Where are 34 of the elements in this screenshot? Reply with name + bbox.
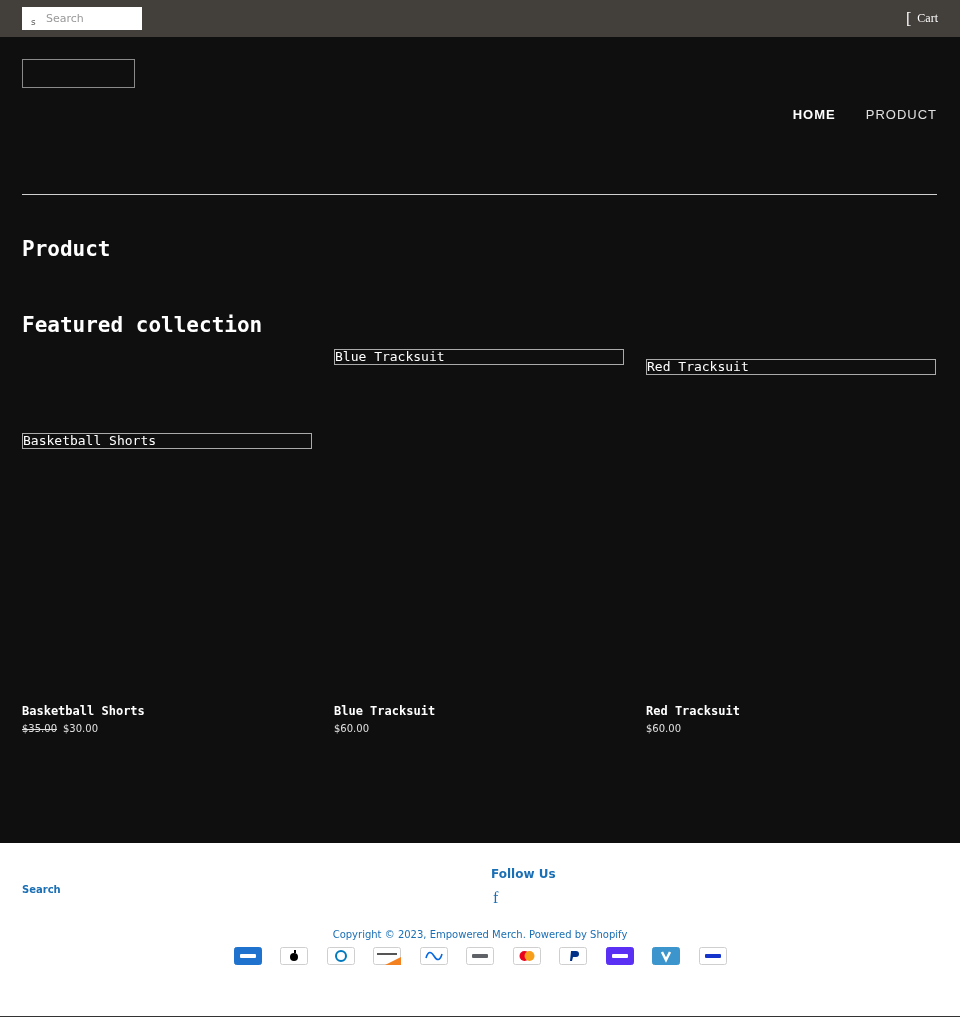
payment-icon	[233, 947, 262, 965]
payment-icon	[605, 947, 634, 965]
section-title: Featured collection	[22, 313, 264, 337]
price: $60.00	[646, 723, 681, 734]
price: $30.00	[63, 723, 98, 734]
original-price: $35.00	[22, 723, 57, 734]
payment-icon	[698, 947, 727, 965]
logo-placeholder[interactable]	[22, 59, 135, 88]
follow-title: Follow Us	[491, 867, 556, 881]
search-icon: s	[31, 17, 36, 27]
product-name[interactable]: Blue Tracksuit	[334, 704, 624, 718]
product-name[interactable]: Red Tracksuit	[646, 704, 936, 718]
payment-icon	[419, 947, 448, 965]
price: $60.00	[334, 723, 369, 734]
page-title: Product	[22, 237, 112, 261]
broken-image[interactable]: Blue Tracksuit	[334, 349, 624, 365]
payment-icon	[559, 947, 587, 965]
payment-icon	[280, 947, 308, 965]
footer-link[interactable]: Search	[22, 884, 61, 895]
cart-link[interactable]: [ Cart	[906, 9, 938, 28]
payment-icon	[466, 947, 494, 965]
facebook-link[interactable]: f	[493, 889, 499, 907]
payment-icon	[326, 947, 355, 965]
broken-image[interactable]: Red Tracksuit	[646, 359, 936, 375]
store-link[interactable]: Empowered Merch	[429, 929, 523, 940]
broken-image[interactable]: Basketball Shorts	[22, 433, 312, 449]
payment-icon	[512, 947, 541, 965]
copyright-text: Copyright © 2023, Empowered Merch. Powered by Shopify	[331, 929, 629, 940]
shopify-link[interactable]: Powered by Shopify	[529, 929, 628, 940]
payment-icon	[373, 947, 401, 965]
nav-link[interactable]: HOME	[792, 107, 836, 122]
product-name[interactable]: Basketball Shorts	[22, 704, 312, 718]
nav-link[interactable]: PRODUCT	[865, 107, 937, 122]
payment-icon	[652, 947, 680, 965]
